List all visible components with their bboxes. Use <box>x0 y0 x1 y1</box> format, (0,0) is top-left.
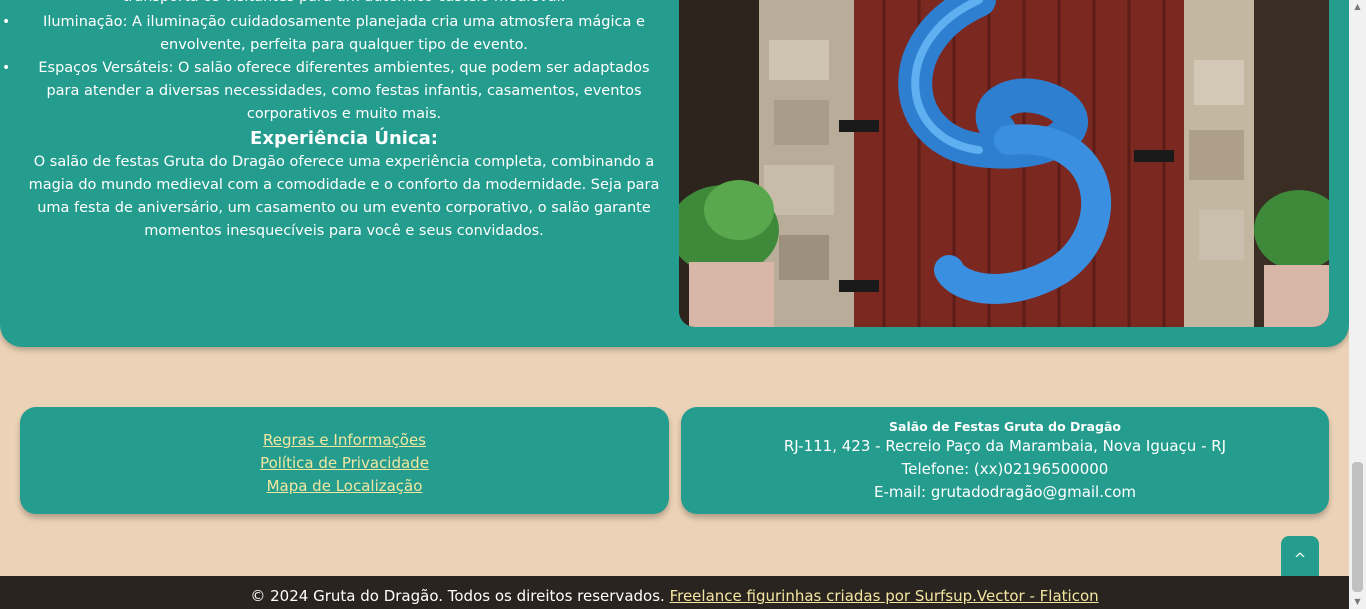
content-panel: transporta os visitantes para um autênti… <box>0 0 1349 347</box>
dragon-door-illustration <box>679 0 1329 327</box>
bullet-icon: • <box>2 60 11 76</box>
venue-email: E-mail: grutadodragão@gmail.com <box>873 483 1137 501</box>
scroll-up-icon[interactable]: ▲ <box>1349 0 1366 14</box>
cut-off-text: transporta os visitantes para um autênti… <box>24 0 664 9</box>
bullet-icon: • <box>2 14 11 30</box>
copyright-text: © 2024 Gruta do Dragão. Todos os direito… <box>250 587 665 605</box>
venue-name: Salão de Festas Gruta do Dragão <box>889 419 1121 434</box>
location-map-link[interactable]: Mapa de Localização <box>20 475 669 498</box>
scroll-down-icon[interactable]: ▼ <box>1349 595 1366 609</box>
page-scrollbar[interactable]: ▲ ▼ <box>1349 0 1366 609</box>
dragon-door-photo <box>679 0 1329 327</box>
scrollbar-thumb[interactable] <box>1352 462 1363 592</box>
description-column: transporta os visitantes para um autênti… <box>2 0 664 243</box>
venue-phone: Telefone: (xx)02196500000 <box>901 460 1109 478</box>
list-item: • Iluminação: A iluminação cuidadosamente… <box>2 11 664 57</box>
section-title: Experiência Única: <box>250 128 438 149</box>
venue-address: RJ-111, 423 - Recreio Paço da Marambaia,… <box>783 437 1227 455</box>
copyright-bar: © 2024 Gruta do Dragão. Todos os direito… <box>0 576 1349 609</box>
footer-links-card: Regras e Informações Política de Privaci… <box>20 407 669 514</box>
section-paragraph: O salão de festas Gruta do Dragão oferec… <box>28 154 660 239</box>
footer-contact-card: Salão de Festas Gruta do Dragão RJ-111, … <box>681 407 1329 514</box>
list-item: • Espaços Versáteis: O salão oferece dife… <box>2 57 664 126</box>
privacy-policy-link[interactable]: Política de Privacidade <box>20 452 669 475</box>
credit-link[interactable]: Freelance figurinhas criadas por Surfsup… <box>670 587 1099 605</box>
rules-link[interactable]: Regras e Informações <box>20 429 669 452</box>
feature-list: • Iluminação: A iluminação cuidadosamente… <box>2 11 664 126</box>
